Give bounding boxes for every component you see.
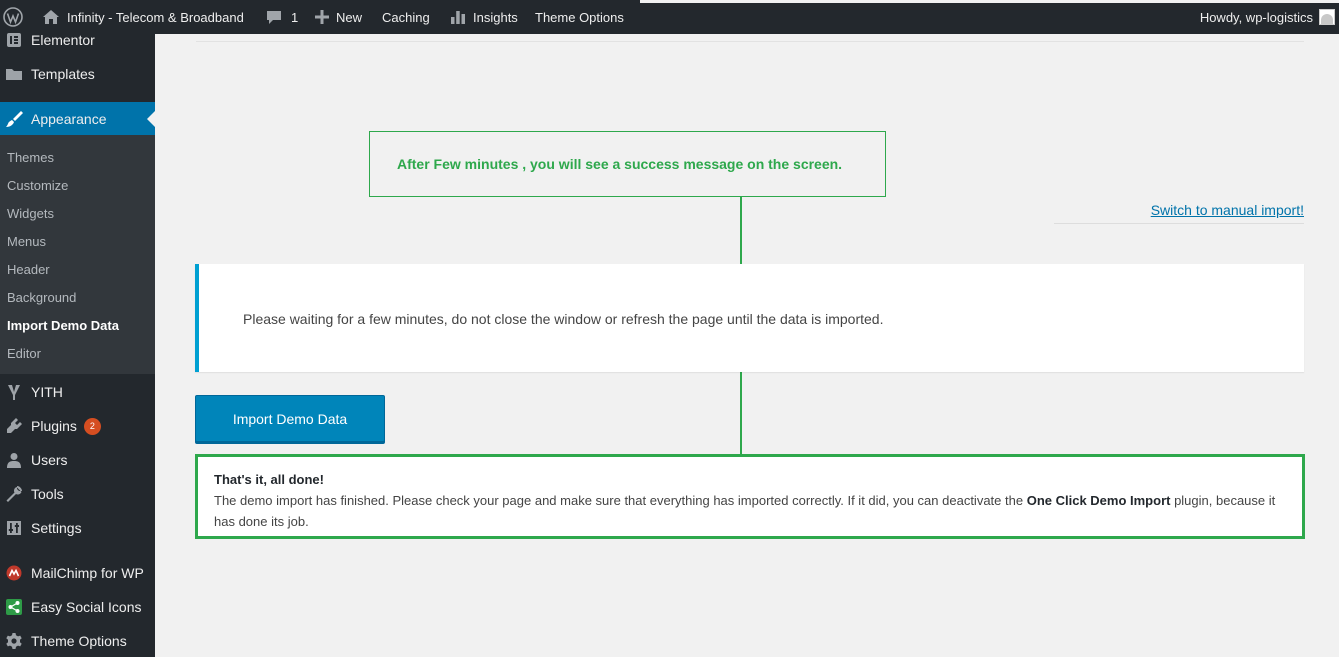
plus-icon [315,10,329,24]
menu-item-yith[interactable]: YITH [0,382,155,402]
settings-icon [4,518,24,538]
menu-item-tools[interactable]: Tools [0,484,155,504]
home-icon [43,10,59,24]
menu-label-users: Users [31,452,68,468]
account-menu[interactable]: Howdy, wp-logistics [1200,0,1335,34]
menu-item-users[interactable]: Users [0,450,155,470]
theme-options-label: Theme Options [535,9,624,25]
menu-item-settings[interactable]: Settings [0,518,155,538]
menu-label-appearance: Appearance [31,111,107,127]
yith-icon [4,382,24,402]
theme-options-menu[interactable]: Theme Options [535,0,624,34]
comments-count: 1 [291,9,299,25]
menu-label-elementor: Elementor [31,32,95,48]
menu-item-theme-options[interactable]: Theme Options [0,631,155,651]
bar-chart-icon [451,11,465,24]
insights-menu[interactable]: Insights [450,0,518,34]
wordpress-logo-icon[interactable] [2,0,24,34]
submenu-editor[interactable]: Editor [7,346,41,361]
caching-menu[interactable]: Caching [382,0,430,34]
menu-item-mailchimp[interactable]: MailChimp for WP [0,563,155,583]
howdy-label: Howdy, wp-logistics [1199,9,1313,25]
menu-item-appearance[interactable]: Appearance [0,102,155,136]
menu-label-easy-social-icons: Easy Social Icons [31,599,142,615]
folder-icon [4,64,24,84]
comment-icon [267,11,281,24]
menu-label-templates: Templates [31,66,95,82]
annotation-callout-text: After Few minutes , you will see a succe… [397,156,843,172]
insights-label: Insights [473,9,518,25]
import-demo-data-button[interactable]: Import Demo Data [195,395,385,442]
menu-label-plugins: Plugins [31,418,77,434]
new-content-menu[interactable]: New [315,0,362,34]
admin-bar: Infinity - Telecom & Broadband 1 New Cac… [0,0,1339,34]
switch-link-rule [1054,223,1304,224]
menu-label-theme-options: Theme Options [31,633,127,649]
menu-label-settings: Settings [31,520,82,536]
appearance-submenu: Themes Customize Widgets Menus Header Ba… [0,135,155,374]
site-name-menu[interactable]: Infinity - Telecom & Broadband [42,0,244,34]
top-strip [640,0,1339,3]
annotation-callout: After Few minutes , you will see a succe… [369,131,886,197]
menu-label-tools: Tools [31,486,64,502]
content-divider [196,41,1304,42]
paintbrush-icon [4,109,24,129]
share-icon [4,597,24,617]
switch-to-manual-import-link[interactable]: Switch to manual import! [1151,202,1304,218]
submenu-header[interactable]: Header [7,262,50,277]
plugins-update-badge: 2 [83,417,101,435]
menu-item-templates[interactable]: Templates [0,64,155,84]
elementor-icon [4,30,24,50]
mailchimp-icon [4,563,24,583]
import-progress-text: Please waiting for a few minutes, do not… [243,311,884,327]
new-label: New [336,9,363,25]
submenu-themes[interactable]: Themes [7,150,54,165]
gear-icon [4,631,24,651]
menu-label-yith: YITH [31,384,63,400]
site-name-label: Infinity - Telecom & Broadband [67,9,244,25]
avatar [1319,9,1335,25]
success-title: That's it, all done! [214,472,324,487]
menu-item-easy-social-icons[interactable]: Easy Social Icons [0,597,155,617]
submenu-widgets[interactable]: Widgets [7,206,54,221]
submenu-customize[interactable]: Customize [7,178,68,193]
users-icon [4,450,24,470]
menu-label-mailchimp: MailChimp for WP [31,565,144,581]
success-text-before: The demo import has finished. Please che… [214,493,1027,508]
success-plugin-name: One Click Demo Import [1026,493,1171,508]
submenu-import-demo-data[interactable]: Import Demo Data [7,318,119,333]
menu-item-elementor[interactable]: Elementor [0,30,155,50]
menu-item-plugins[interactable]: Plugins 2 [0,416,155,436]
caching-label: Caching [382,9,430,25]
submenu-background[interactable]: Background [7,290,76,305]
plugin-icon [4,416,24,436]
wrench-icon [4,484,24,504]
comments-menu[interactable]: 1 [266,0,298,34]
import-progress-notice: Please waiting for a few minutes, do not… [195,264,1304,372]
admin-sidebar: Elementor Templates Appearance Themes Cu… [0,32,155,657]
submenu-menus[interactable]: Menus [7,234,46,249]
import-success-message: That's it, all done! The demo import has… [195,454,1305,539]
